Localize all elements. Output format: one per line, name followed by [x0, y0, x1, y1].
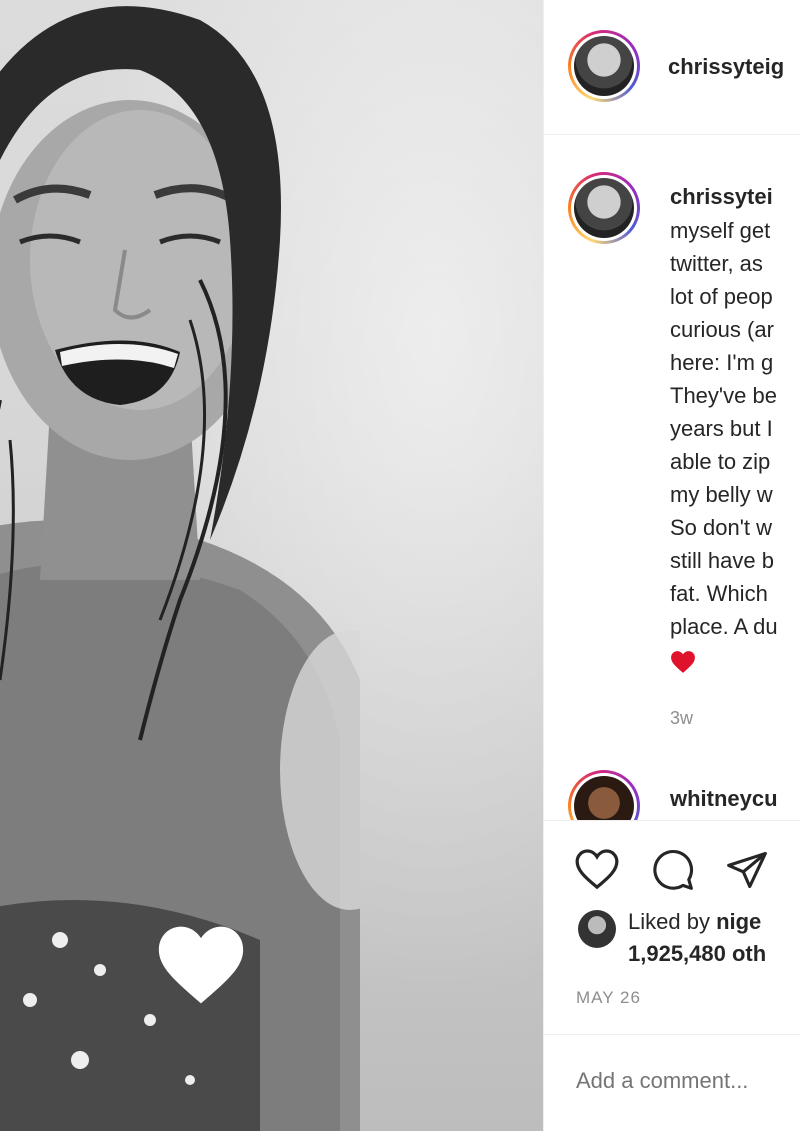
caption-line: able to zip — [670, 449, 771, 474]
share-plane-icon[interactable] — [724, 848, 770, 892]
caption-line: still have b — [670, 548, 774, 573]
comment-username[interactable]: whitneycu — [670, 786, 778, 812]
caption-line: So don't w — [670, 515, 773, 540]
likes-summary[interactable]: Liked by nige 1,925,480 oth — [628, 906, 766, 970]
comment-bubble-icon[interactable] — [650, 848, 696, 892]
post-photo[interactable] — [0, 0, 543, 1131]
caption-line: place. A du — [670, 614, 778, 639]
header-divider — [544, 134, 800, 135]
caption-line: years but I — [670, 416, 773, 441]
caption-text: myself get twitter, as lot of peop curio… — [670, 214, 778, 643]
caption-line: fat. Which — [670, 581, 768, 606]
post-side-panel: chrissyteig chrissytei myself get twitte… — [544, 0, 800, 1131]
add-comment-input[interactable] — [576, 1068, 800, 1094]
post-date: MAY 26 — [576, 988, 641, 1007]
double-tap-heart-icon — [158, 926, 244, 1004]
caption-line: lot of peop — [670, 284, 773, 309]
caption-line: my belly w — [670, 482, 773, 507]
header-username[interactable]: chrissyteig — [668, 54, 784, 80]
liker-username[interactable]: nige — [716, 909, 761, 934]
likes-prefix: Liked by — [628, 909, 717, 934]
caption-line: myself get — [670, 218, 771, 243]
red-heart-icon — [671, 651, 695, 673]
caption-line: curious (ar — [670, 317, 774, 342]
liker-avatar[interactable] — [578, 910, 616, 948]
caption-timestamp[interactable]: 3w — [670, 708, 693, 729]
comment-divider — [544, 1034, 800, 1035]
likes-count[interactable]: 1,925,480 oth — [628, 941, 766, 966]
caption-line: twitter, as — [670, 251, 763, 276]
author-avatar[interactable] — [568, 30, 640, 102]
caption-avatar[interactable] — [568, 172, 640, 244]
actions-divider — [544, 820, 800, 821]
caption-line: here: I'm g — [670, 350, 774, 375]
like-heart-icon[interactable] — [574, 848, 620, 890]
caption-username[interactable]: chrissytei — [670, 184, 773, 210]
caption-line: They've be — [670, 383, 777, 408]
